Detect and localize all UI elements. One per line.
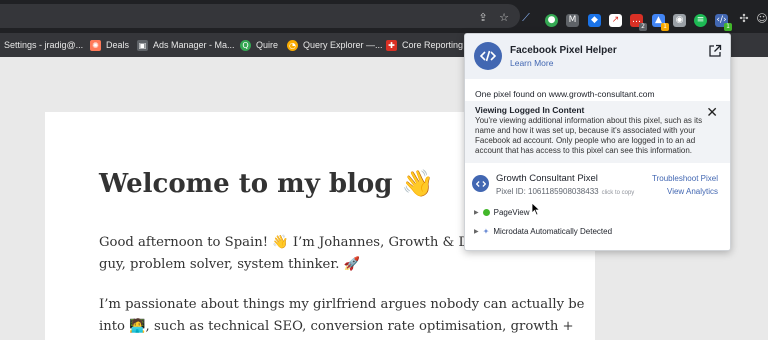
open-external-icon[interactable] (708, 44, 722, 58)
share-icon[interactable]: ⇪ (477, 12, 489, 24)
red-extension-icon[interactable]: … 2 (630, 14, 647, 31)
event-label: Microdata Automatically Detected (493, 226, 613, 236)
intro-paragraph-line: guy, problem solver, system thinker. 🚀 (99, 257, 361, 272)
passion-paragraph-line: into 🧑‍💻, such as technical SEO, convers… (99, 319, 574, 334)
passion-paragraph-line: I’m passionate about things my girlfrien… (99, 297, 585, 312)
notice-text-line: You're viewing additional information ab… (475, 116, 703, 125)
bookmark-label: Ads Manager - Ma... (153, 40, 235, 50)
bookmark-query-explorer[interactable]: ◔ Query Explorer —... (287, 38, 383, 52)
browser-toolbar: ⇪ ☆ ⟋ ● M ◆ ↗ … 2 ▲ 1 ◉ ≡ ‹/› 1 ✣ ☺ (0, 0, 768, 33)
spotify-extension-icon[interactable]: ≡ (694, 14, 707, 27)
bookmark-quire[interactable]: Q Quire (240, 38, 278, 52)
bookmark-label: Core Reporting A (402, 40, 472, 50)
bookmark-ads-manager[interactable]: ▣ Ads Manager - Ma... (137, 38, 235, 52)
bookmark-deals[interactable]: ✺ Deals (90, 38, 129, 52)
bookmark-label: Query Explorer —... (303, 40, 383, 50)
ads-manager-icon: ▣ (137, 39, 148, 51)
notice-title: Viewing Logged In Content (475, 105, 585, 115)
m-extension-icon[interactable]: M (566, 14, 579, 27)
camera-extension-icon[interactable]: ◉ (673, 14, 686, 27)
expand-caret-icon[interactable]: ▶ (474, 209, 479, 216)
bookmark-settings[interactable]: Settings - jradig@... (4, 38, 83, 52)
event-row-pageview[interactable]: ▶ PageView (474, 206, 530, 218)
pixel-id-value[interactable]: Pixel ID: 1061185908038433 (496, 187, 599, 196)
pixel-helper-badge: 1 (724, 23, 732, 31)
logged-in-notice: Viewing Logged In Content ✕ You're viewi… (465, 101, 730, 163)
page-title: Welcome to my blog 👋 (99, 169, 434, 199)
notice-text-line: Facebook ad account. Only people who are… (475, 136, 696, 145)
link-extension-icon[interactable]: ⟋ (520, 12, 532, 24)
bookmark-label: Deals (106, 40, 130, 50)
pixel-found-text: One pixel found on www.growth-consultant… (475, 89, 655, 99)
expand-caret-icon[interactable]: ▶ (474, 228, 479, 235)
troubleshoot-pixel-link[interactable]: Troubleshoot Pixel (652, 174, 718, 183)
pixel-helper-logo-icon (474, 42, 502, 70)
color-extension-icon[interactable]: ▲ 1 (652, 14, 669, 31)
event-row-microdata[interactable]: ▶ ✦ Microdata Automatically Detected (474, 225, 612, 237)
learn-more-link[interactable]: Learn More (510, 58, 553, 68)
popup-title: Facebook Pixel Helper (510, 45, 617, 56)
color-extension-badge: 1 (661, 23, 669, 31)
bookmark-core-reporting[interactable]: ✚ Core Reporting A (386, 38, 471, 52)
pixel-helper-popup: Facebook Pixel Helper Learn More One pix… (464, 33, 731, 251)
notice-text-line: account that has access to this pixel ca… (475, 146, 693, 155)
analytics-icon: ◔ (287, 39, 298, 51)
event-label: PageView (493, 207, 530, 217)
view-analytics-link[interactable]: View Analytics (667, 187, 718, 196)
notice-text-line: name and how it was set up, because it's… (475, 126, 696, 135)
intro-paragraph-line: Good afternoon to Spain! 👋 I’m Johannes,… (99, 235, 521, 250)
red-extension-badge: 2 (639, 23, 647, 31)
green-extension-icon[interactable]: ● (545, 14, 558, 27)
pixel-name: Growth Consultant Pixel (496, 173, 598, 184)
hubspot-icon: ✺ (90, 39, 101, 51)
bookmark-label: Settings - jradig@... (4, 40, 84, 50)
success-status-icon (482, 208, 490, 216)
pixel-helper-extension-icon[interactable]: ‹/› 1 (715, 14, 732, 31)
bookmark-star-icon[interactable]: ☆ (498, 12, 510, 24)
pixel-code-icon (472, 175, 489, 192)
popup-header: Facebook Pixel Helper Learn More (465, 34, 730, 79)
core-reporting-icon: ✚ (386, 39, 397, 51)
chart-extension-icon[interactable]: ↗ (609, 14, 622, 27)
bookmark-label: Quire (256, 40, 279, 50)
quire-icon: Q (240, 39, 251, 51)
microdata-icon: ✦ (482, 226, 490, 236)
puzzle-extensions-icon[interactable]: ✣ (738, 13, 750, 25)
diamond-extension-icon[interactable]: ◆ (588, 14, 601, 27)
mouse-cursor-icon (531, 202, 541, 216)
profile-icon[interactable]: ☺ (756, 13, 768, 25)
copy-hint: click to copy (601, 190, 635, 196)
close-icon[interactable]: ✕ (706, 106, 718, 120)
pixel-id[interactable]: Pixel ID: 1061185908038433 click to copy (496, 187, 634, 196)
address-bar[interactable] (0, 4, 520, 28)
